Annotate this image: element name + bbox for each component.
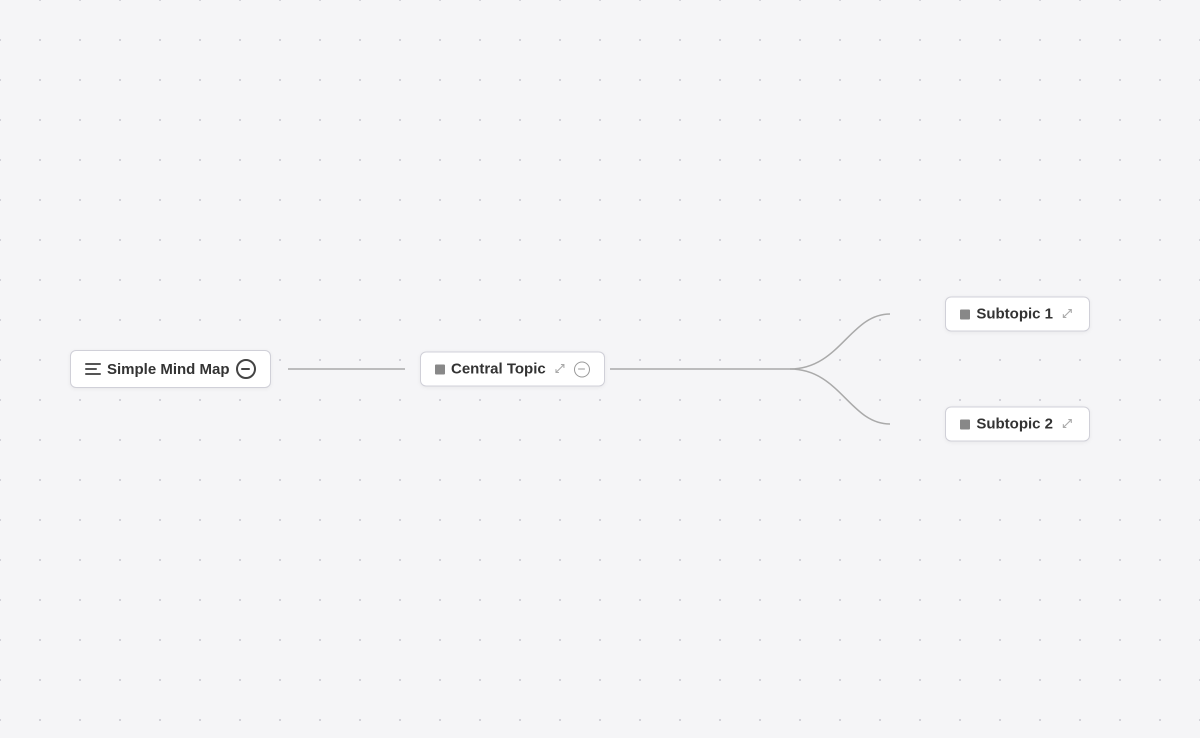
mindmap-container: Simple Mind Map Central Topic ⤢ Subtopic… bbox=[50, 169, 1150, 569]
central-expand-icon[interactable]: ⤢ bbox=[552, 361, 568, 377]
hamburger-icon bbox=[85, 363, 101, 375]
subtopic1-node[interactable]: Subtopic 1 ⤢ bbox=[945, 297, 1090, 332]
subtopic2-expand-icon[interactable]: ⤢ bbox=[1059, 416, 1075, 432]
central-node-label: Central Topic bbox=[451, 361, 546, 378]
subtopic2-icon bbox=[960, 419, 970, 429]
subtopic1-icon bbox=[960, 309, 970, 319]
central-node-icon bbox=[435, 364, 445, 374]
subtopic1-label: Subtopic 1 bbox=[976, 306, 1053, 323]
central-node[interactable]: Central Topic ⤢ bbox=[420, 352, 605, 387]
mindmap-canvas[interactable]: Simple Mind Map Central Topic ⤢ Subtopic… bbox=[0, 0, 1200, 738]
central-collapse-button[interactable] bbox=[574, 361, 590, 377]
subtopic2-label: Subtopic 2 bbox=[976, 416, 1053, 433]
root-node[interactable]: Simple Mind Map bbox=[70, 350, 271, 388]
root-collapse-button[interactable] bbox=[236, 359, 256, 379]
subtopic1-expand-icon[interactable]: ⤢ bbox=[1059, 306, 1075, 322]
subtopic2-node[interactable]: Subtopic 2 ⤢ bbox=[945, 407, 1090, 442]
root-node-label: Simple Mind Map bbox=[107, 361, 230, 378]
